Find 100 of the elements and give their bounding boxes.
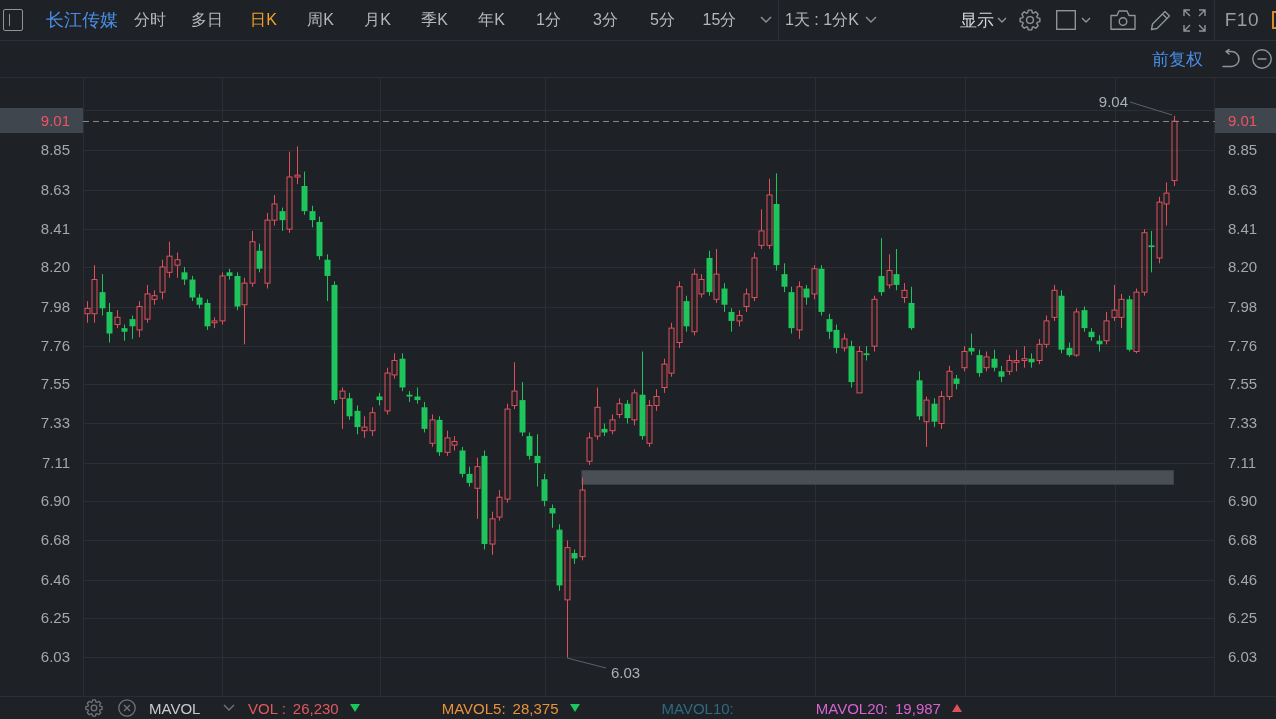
- candlestick: [99, 273, 106, 317]
- square-icon[interactable]: [1055, 10, 1076, 30]
- current-price-label: 9.01: [1215, 108, 1276, 133]
- period-tab[interactable]: 年K: [463, 7, 520, 33]
- candlestick: [721, 282, 728, 313]
- interval-dropdown[interactable]: 1天 : 1分K: [785, 7, 877, 33]
- current-price-label: 9.01: [0, 108, 83, 133]
- axis-label: 7.55: [1228, 373, 1258, 394]
- legend-label: VOL :: [248, 699, 286, 717]
- pencil-icon[interactable]: [1149, 9, 1171, 31]
- legend-label: MAVOL20:: [815, 699, 889, 717]
- axis-label: 6.90: [1228, 490, 1258, 511]
- candlestick: [279, 207, 286, 232]
- undo-icon[interactable]: [1221, 49, 1240, 69]
- axis-label: 8.85: [40, 139, 70, 160]
- candlestick: [534, 433, 541, 487]
- candlestick: [354, 404, 361, 435]
- axis-label: 8.20: [40, 256, 70, 277]
- axis-label: 6.03: [40, 647, 70, 668]
- price-adjustment-link[interactable]: 前复权: [1152, 47, 1203, 71]
- candlestick: [324, 253, 331, 302]
- candlestick: [106, 302, 113, 344]
- period-tab[interactable]: 分时: [121, 7, 178, 33]
- axis-label: 6.46: [1228, 570, 1258, 591]
- axis-label: 8.20: [1228, 256, 1258, 277]
- caret-icon: [223, 704, 235, 712]
- axis-label: 6.03: [1228, 647, 1258, 668]
- period-tab[interactable]: 1分: [520, 7, 577, 33]
- legend-value: 28,375: [512, 699, 559, 717]
- axis-label: 8.41: [1228, 219, 1258, 240]
- axis-label: 7.98: [1228, 296, 1258, 317]
- axis-label: 8.85: [1228, 139, 1258, 160]
- candlestick: [976, 349, 983, 378]
- zoom-out-icon[interactable]: [1252, 49, 1272, 69]
- caret-icon[interactable]: [760, 16, 772, 24]
- axis-label: 6.25: [1228, 607, 1258, 628]
- period-tab[interactable]: 周K: [292, 7, 349, 33]
- period-tab[interactable]: 5分: [634, 7, 691, 33]
- candlestick: [309, 205, 316, 228]
- candlestick: [991, 349, 998, 372]
- candlestick: [466, 466, 473, 487]
- axis-label: 7.55: [40, 373, 70, 394]
- candlestick: [189, 275, 196, 302]
- stock-name-link[interactable]: 长江传媒: [46, 8, 118, 32]
- candlestick: [1148, 230, 1155, 273]
- axis-label: 8.41: [40, 219, 70, 240]
- caret-icon: [996, 16, 1007, 24]
- settings-icon[interactable]: [1018, 9, 1041, 31]
- candlestick: [863, 345, 870, 362]
- caret-icon[interactable]: [1080, 16, 1091, 24]
- period-tab[interactable]: 月K: [349, 7, 406, 33]
- axis-label: 6.68: [1228, 530, 1258, 551]
- axis-label: 7.11: [41, 453, 70, 474]
- candlestick: [421, 401, 428, 433]
- axis-label: 7.33: [1228, 413, 1258, 434]
- display-dropdown[interactable]: 显示: [959, 7, 1007, 33]
- axis-label: 6.25: [40, 607, 70, 628]
- candlestick: [129, 315, 136, 340]
- candlestick: [541, 473, 548, 507]
- candlestick: [346, 392, 353, 421]
- candlestick: [901, 282, 908, 304]
- sidebar-toggle-icon[interactable]: [3, 9, 23, 31]
- axis-label: 6.68: [40, 530, 70, 551]
- axis-label: 7.76: [40, 336, 70, 357]
- axis-label: 7.76: [1228, 336, 1258, 357]
- axis-label: 7.11: [1228, 453, 1257, 474]
- leader-line: [566, 657, 607, 669]
- indicator-dropdown[interactable]: MAVOL: [149, 699, 235, 717]
- axis-label: 8.63: [40, 179, 70, 200]
- candlestick: [1171, 115, 1178, 187]
- low-price-label: 6.03: [611, 664, 641, 681]
- candlestick: [803, 284, 810, 306]
- period-tab[interactable]: 季K: [406, 7, 463, 33]
- candlestick: [878, 237, 885, 297]
- legend-label: MAVOL10:: [661, 699, 734, 717]
- period-tab[interactable]: 日K: [235, 7, 292, 33]
- axis-label: 7.33: [40, 413, 70, 434]
- candlestick: [204, 298, 211, 331]
- candlestick: [931, 397, 938, 428]
- candlestick: [893, 248, 900, 291]
- legend-label: MAVOL5:: [441, 699, 506, 717]
- legend-value: 26,230: [292, 699, 339, 717]
- leader-line: [1129, 101, 1173, 116]
- axis-label: 6.46: [40, 570, 70, 591]
- candlestick: [549, 503, 556, 529]
- period-tab[interactable]: 多日: [178, 7, 235, 33]
- settings-icon[interactable]: [85, 699, 103, 717]
- fullscreen-icon[interactable]: [1182, 8, 1206, 32]
- cut-off-button[interactable]: [1272, 11, 1276, 29]
- close-icon[interactable]: [118, 699, 136, 717]
- camera-icon[interactable]: [1109, 10, 1136, 30]
- high-price-label: 9.04: [1098, 93, 1128, 110]
- period-tab[interactable]: 15分: [691, 7, 748, 33]
- candlestick: [459, 446, 466, 478]
- axis-label: 8.63: [1228, 179, 1258, 200]
- axis-label: 6.90: [40, 490, 70, 511]
- candlestick: [526, 431, 533, 460]
- period-tab[interactable]: 3分: [577, 7, 634, 33]
- f10-button[interactable]: F10: [1224, 9, 1259, 31]
- candlestick: [256, 243, 263, 273]
